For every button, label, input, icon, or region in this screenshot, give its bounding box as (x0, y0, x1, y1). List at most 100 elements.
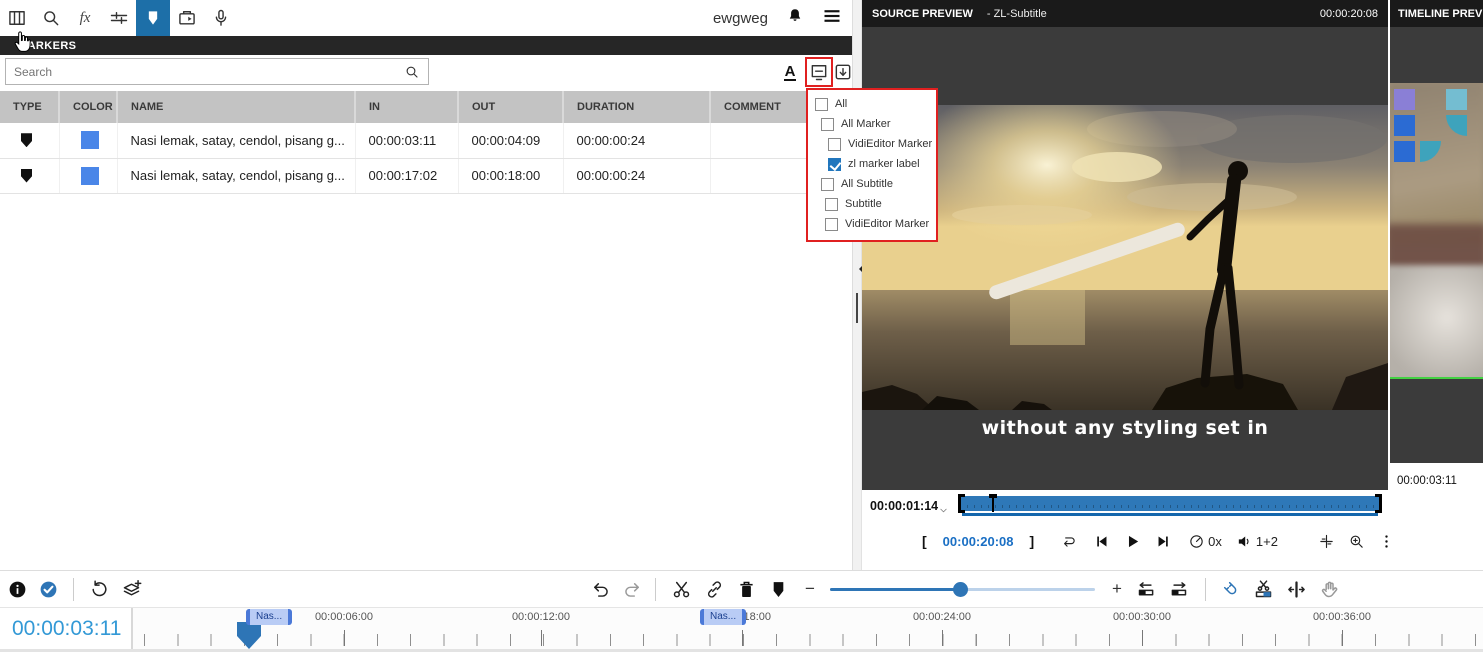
filter-option-all[interactable]: All (808, 94, 936, 114)
timeline-preview-title: TIMELINE PREVIEW (1398, 8, 1483, 20)
filter-option-zl-marker-label[interactable]: zl marker label (808, 154, 936, 174)
col-type[interactable]: TYPE (0, 91, 59, 123)
text-style-icon[interactable]: A (778, 59, 802, 85)
hand-icon[interactable] (1314, 571, 1344, 607)
source-video-area: without any styling set in (862, 27, 1388, 490)
previous-frame-icon[interactable] (1093, 533, 1110, 550)
razor-icon[interactable] (1248, 571, 1278, 607)
checkbox-checked[interactable] (828, 158, 841, 171)
scissors-icon[interactable] (666, 571, 696, 607)
undo-icon[interactable] (585, 571, 615, 607)
ruler-major-tick (1342, 630, 1343, 646)
timeline-marker[interactable]: Nas... (246, 609, 292, 625)
splitter-grip[interactable] (856, 293, 858, 323)
checkbox-unchecked[interactable] (825, 198, 838, 211)
search-input-icon[interactable] (404, 64, 420, 80)
green-indicator-line (1390, 377, 1483, 379)
trim-icon[interactable] (1281, 571, 1311, 607)
timeline-current-timecode[interactable]: 00:00:03:11 (0, 608, 133, 649)
filter-markers-icon[interactable] (807, 59, 831, 85)
vidieditor-app: fx ewgweg (0, 0, 1483, 653)
markers-panel-header: MARKERS (0, 36, 852, 55)
toolbar-divider (655, 578, 656, 601)
search-input[interactable] (6, 65, 404, 79)
panel-splitter[interactable] (853, 0, 862, 570)
checkbox-unchecked[interactable] (828, 138, 841, 151)
ruler-ticks (133, 634, 1483, 646)
filter-option-subtitle[interactable]: Subtitle (808, 194, 936, 214)
timeline-marker[interactable]: Nas... (700, 609, 746, 625)
marker-type-icon (21, 133, 32, 147)
marker-tool-icon[interactable] (136, 0, 170, 36)
marker-flag-icon[interactable] (763, 571, 793, 607)
chevron-down-icon[interactable] (938, 503, 949, 521)
info-icon[interactable] (2, 571, 32, 607)
effects-icon[interactable]: fx (68, 0, 102, 36)
marker-in: 00:00:03:11 (355, 123, 458, 158)
col-out[interactable]: OUT (458, 91, 563, 123)
user-name[interactable]: ewgweg (713, 10, 768, 27)
search-icon[interactable] (34, 0, 68, 36)
marked-timecode[interactable]: 00:00:20:08 (943, 534, 1014, 549)
checkbox-unchecked[interactable] (821, 118, 834, 131)
zoom-out-button[interactable]: − (795, 571, 825, 607)
insert-left-icon[interactable] (1131, 571, 1161, 607)
ruler-major-tick (1142, 630, 1143, 646)
adjust-icon[interactable] (102, 0, 136, 36)
microphone-icon[interactable] (204, 0, 238, 36)
loop-icon[interactable] (1060, 533, 1077, 550)
col-duration[interactable]: DURATION (563, 91, 710, 123)
reset-icon[interactable] (84, 571, 114, 607)
checkbox-unchecked[interactable] (825, 218, 838, 231)
redo-icon[interactable] (617, 571, 647, 607)
next-frame-icon[interactable] (1155, 533, 1172, 550)
checkbox-unchecked[interactable] (815, 98, 828, 111)
filter-option-all-subtitle[interactable]: All Subtitle (808, 174, 936, 194)
audio-channels-icon[interactable]: 1+2 (1236, 533, 1278, 550)
col-in[interactable]: IN (355, 91, 458, 123)
checkbox-unchecked[interactable] (821, 178, 834, 191)
ruler-label: 00:00:12:00 (496, 611, 586, 623)
filter-option-vidieditor-marker[interactable]: VidiEditor Marker (808, 134, 936, 154)
marker-row[interactable]: Nasi lemak, satay, cendol, pisang g... 0… (0, 158, 853, 193)
ruler-label: 00:00:30:00 (1097, 611, 1187, 623)
center-playhead-icon[interactable] (1318, 533, 1335, 550)
filter-option-label: All Marker (841, 118, 891, 130)
cursor-pointer (11, 30, 33, 59)
mark-in-button[interactable]: [ (922, 533, 927, 549)
markers-table-header-row: TYPE COLOR NAME IN OUT DURATION COMMENT (0, 91, 853, 123)
menu-icon[interactable] (822, 6, 842, 31)
link-icon[interactable] (699, 571, 729, 607)
zoom-slider[interactable] (830, 588, 1095, 591)
approve-check-icon[interactable] (33, 571, 63, 607)
scrubber-playhead[interactable] (992, 494, 994, 512)
export-icon[interactable] (170, 0, 204, 36)
add-layer-icon[interactable] (116, 571, 146, 607)
bell-icon[interactable] (786, 7, 804, 30)
trash-icon[interactable] (731, 571, 761, 607)
col-name[interactable]: NAME (117, 91, 355, 123)
insert-right-icon[interactable] (1163, 571, 1193, 607)
mark-out-button[interactable]: ] (1030, 533, 1035, 549)
play-icon[interactable] (1124, 533, 1141, 550)
source-panel-filler (862, 557, 1388, 570)
timeline-preview-header: TIMELINE PREVIEW (1390, 0, 1483, 27)
marker-duration: 00:00:00:24 (563, 123, 710, 158)
source-scrubber[interactable] (960, 496, 1380, 511)
magnet-icon[interactable] (1216, 571, 1246, 607)
bottom-strip (0, 649, 1483, 652)
scrubber-end-cap (1375, 494, 1382, 513)
marker-color-chip (81, 131, 99, 149)
zoom-slider-knob[interactable] (953, 582, 968, 597)
playback-speed-icon[interactable]: 0x (1188, 533, 1222, 550)
filter-option-vidieditor-marker-2[interactable]: VidiEditor Marker (808, 214, 936, 234)
filter-option-all-marker[interactable]: All Marker (808, 114, 936, 134)
source-current-timecode[interactable]: 00:00:01:14 (870, 499, 938, 513)
download-markers-icon[interactable] (831, 59, 855, 85)
markers-table: TYPE COLOR NAME IN OUT DURATION COMMENT … (0, 91, 854, 194)
timeline-ruler[interactable]: 00:00:06:00 00:00:12:00 00:00:18:00 00:0… (133, 608, 1483, 649)
zoom-icon[interactable] (1348, 533, 1365, 550)
marker-row[interactable]: Nasi lemak, satay, cendol, pisang g... 0… (0, 123, 853, 158)
zoom-in-button[interactable]: + (1102, 571, 1132, 607)
col-color[interactable]: COLOR (59, 91, 117, 123)
